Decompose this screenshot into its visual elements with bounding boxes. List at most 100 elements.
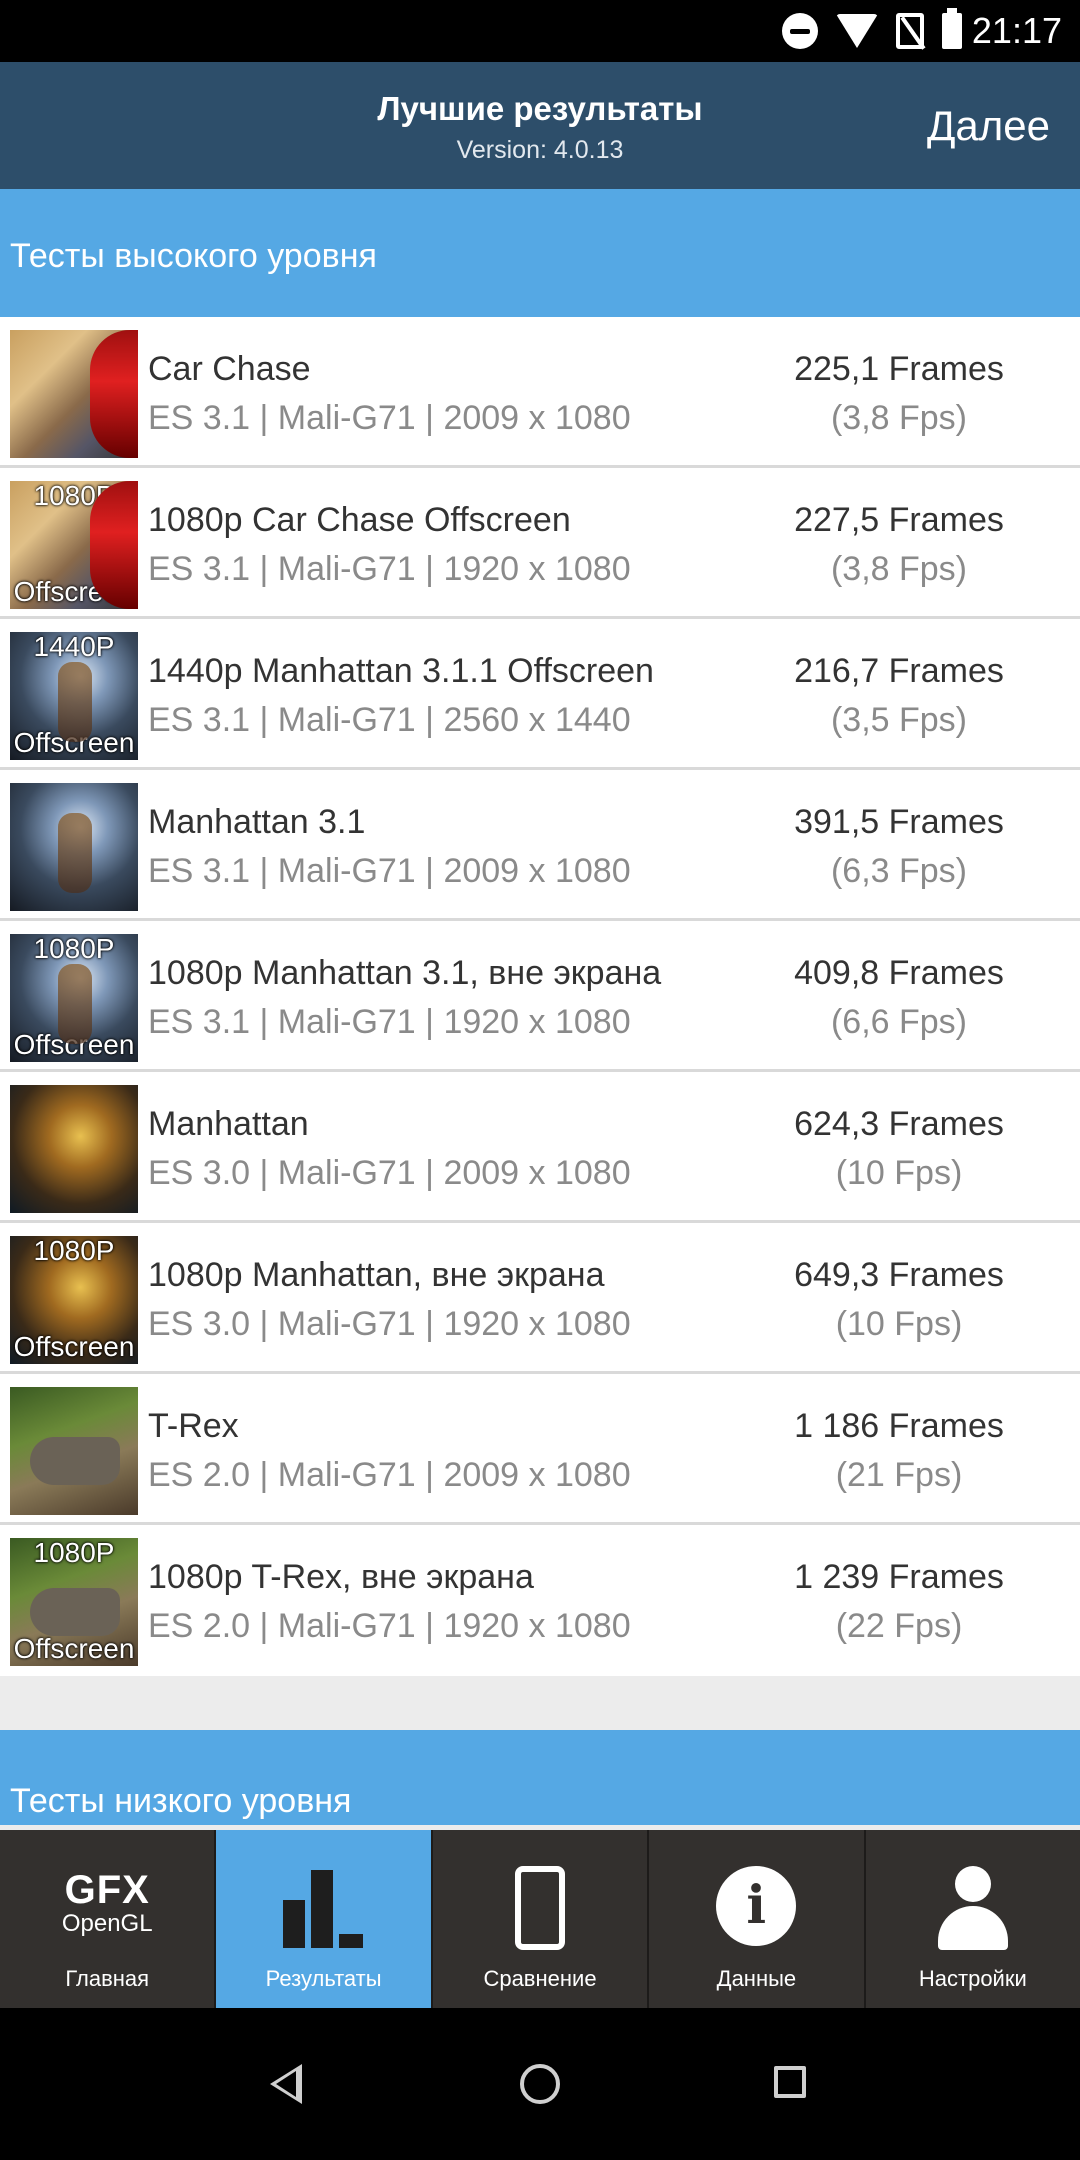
- battery-icon: [942, 8, 962, 49]
- test-details: ES 3.1 | Mali-G71 | 1920 x 1080: [148, 1003, 631, 1041]
- gfx-logo-text: GFX: [64, 1868, 150, 1912]
- thumb-resolution-label: 1080P: [33, 1538, 115, 1568]
- next-button[interactable]: Далее: [927, 102, 1050, 150]
- thumb-offscreen-label: Offscreen: [13, 727, 135, 758]
- nav-compare-label: Сравнение: [483, 1966, 597, 1991]
- manhattan-31-offscreen-thumbnail: 1080P Offscreen: [10, 934, 138, 1062]
- test-row-t-rex[interactable]: T-Rex ES 2.0 | Mali-G71 | 2009 x 1080 1 …: [0, 1374, 1080, 1525]
- test-frames: 1 239 Frames: [794, 1558, 1004, 1596]
- test-fps: (3,8 Fps): [830, 399, 968, 437]
- thumb-offscreen-label: Offscreen: [13, 1331, 135, 1362]
- test-name: Manhattan: [148, 1105, 309, 1143]
- test-fps: (10 Fps): [835, 1305, 963, 1343]
- manhattan-thumbnail: [10, 1085, 138, 1213]
- section-header-high-level[interactable]: Тесты высокого уровня: [0, 189, 1080, 317]
- status-bar: 21:17: [0, 0, 1080, 62]
- test-fps: (22 Fps): [835, 1607, 963, 1645]
- test-results-list: Car Chase ES 3.1 | Mali-G71 | 2009 x 108…: [0, 317, 1080, 1676]
- test-name: Car Chase: [148, 350, 311, 388]
- test-name: 1080p Manhattan 3.1, вне экрана: [148, 954, 662, 992]
- test-row-1080p-manhattan-offscreen[interactable]: 1080P Offscreen 1080p Manhattan, вне экр…: [0, 1223, 1080, 1374]
- nav-settings[interactable]: Настройки: [866, 1830, 1080, 2008]
- phone-icon: [514, 1866, 565, 1950]
- app-bar: Лучшие результаты Version: 4.0.13 Далее: [0, 62, 1080, 189]
- bottom-navigation: GFX OpenGL Главная Результаты Сравнение …: [0, 1830, 1080, 2008]
- gfx-logo-icon: GFX OpenGL: [0, 1870, 214, 1938]
- app-version: Version: 4.0.13: [456, 136, 624, 164]
- car-chase-thumbnail: [10, 330, 138, 458]
- t-rex-offscreen-thumbnail: 1080P Offscreen: [10, 1538, 138, 1666]
- test-fps: (3,8 Fps): [830, 550, 968, 588]
- test-frames: 225,1 Frames: [794, 350, 1004, 388]
- opengl-logo-text: OpenGL: [61, 1910, 153, 1937]
- system-navigation-bar: [0, 2008, 1080, 2160]
- back-icon[interactable]: [270, 2064, 302, 2104]
- test-frames: 391,5 Frames: [794, 803, 1004, 841]
- test-name: 1080p Manhattan, вне экрана: [148, 1256, 605, 1294]
- test-fps: (6,6 Fps): [830, 1003, 968, 1041]
- nav-home[interactable]: GFX OpenGL Главная: [0, 1830, 217, 2008]
- nav-home-label: Главная: [65, 1966, 150, 1991]
- test-row-1080p-car-chase-offscreen[interactable]: 1080P Offscreen 1080p Car Chase Offscree…: [0, 468, 1080, 619]
- wifi-icon: [836, 14, 878, 48]
- home-icon[interactable]: [520, 2064, 560, 2104]
- info-icon: i: [716, 1866, 797, 1946]
- nav-data[interactable]: i Данные: [649, 1830, 866, 2008]
- test-frames: 409,8 Frames: [794, 954, 1004, 992]
- test-fps: (3,5 Fps): [830, 701, 968, 739]
- thumb-resolution-label: 1080P: [33, 481, 115, 511]
- test-details: ES 3.1 | Mali-G71 | 2009 x 1080: [148, 399, 631, 437]
- test-fps: (10 Fps): [835, 1154, 963, 1192]
- test-name: 1080p T-Rex, вне экрана: [148, 1558, 534, 1596]
- test-name: 1080p Car Chase Offscreen: [148, 501, 571, 539]
- section-header-low-level[interactable]: Тесты низкого уровня: [0, 1730, 1080, 1825]
- nav-results[interactable]: Результаты: [216, 1830, 433, 2008]
- nav-results-label: Результаты: [265, 1966, 382, 1991]
- nav-compare[interactable]: Сравнение: [433, 1830, 650, 2008]
- test-details: ES 3.1 | Mali-G71 | 1920 x 1080: [148, 550, 631, 588]
- test-frames: 649,3 Frames: [794, 1256, 1004, 1294]
- do-not-disturb-icon: [782, 13, 818, 49]
- test-name: Manhattan 3.1: [148, 803, 366, 841]
- test-details: ES 3.0 | Mali-G71 | 2009 x 1080: [148, 1154, 631, 1192]
- test-details: ES 2.0 | Mali-G71 | 1920 x 1080: [148, 1607, 631, 1645]
- section-title-high-level: Тесты высокого уровня: [10, 237, 377, 275]
- manhattan-offscreen-thumbnail: 1080P Offscreen: [10, 1236, 138, 1364]
- thumb-resolution-label: 1080P: [33, 934, 115, 964]
- test-frames: 624,3 Frames: [794, 1105, 1004, 1143]
- section-title-low-level: Тесты низкого уровня: [10, 1782, 352, 1820]
- bar-chart-icon: [283, 1870, 364, 1948]
- test-row-car-chase[interactable]: Car Chase ES 3.1 | Mali-G71 | 2009 x 108…: [0, 317, 1080, 468]
- test-row-1080p-t-rex-offscreen[interactable]: 1080P Offscreen 1080p T-Rex, вне экрана …: [0, 1525, 1080, 1676]
- nav-settings-label: Настройки: [918, 1966, 1027, 1991]
- thumb-resolution-label: 1080P: [33, 1236, 115, 1266]
- thumb-offscreen-label: Offscreen: [13, 1029, 135, 1060]
- test-details: ES 3.1 | Mali-G71 | 2009 x 1080: [148, 852, 631, 890]
- test-row-1440p-manhattan-311-offscreen[interactable]: 1440P Offscreen 1440p Manhattan 3.1.1 Of…: [0, 619, 1080, 770]
- thumb-offscreen-label: Offscreen: [13, 576, 135, 607]
- page-title: Лучшие результаты: [377, 90, 703, 127]
- test-details: ES 2.0 | Mali-G71 | 2009 x 1080: [148, 1456, 631, 1494]
- nav-data-label: Данные: [716, 1966, 797, 1991]
- manhattan-31-thumbnail: [10, 783, 138, 911]
- thumb-offscreen-label: Offscreen: [13, 1633, 135, 1664]
- t-rex-thumbnail: [10, 1387, 138, 1515]
- test-row-manhattan-31[interactable]: Manhattan 3.1 ES 3.1 | Mali-G71 | 2009 x…: [0, 770, 1080, 921]
- test-frames: 1 186 Frames: [794, 1407, 1004, 1445]
- test-row-manhattan[interactable]: Manhattan ES 3.0 | Mali-G71 | 2009 x 108…: [0, 1072, 1080, 1223]
- status-icons: [782, 8, 962, 52]
- no-sim-icon: [896, 13, 924, 49]
- status-time: 21:17: [971, 10, 1062, 51]
- test-row-1080p-manhattan-31-offscreen[interactable]: 1080P Offscreen 1080p Manhattan 3.1, вне…: [0, 921, 1080, 1072]
- test-name: 1440p Manhattan 3.1.1 Offscreen: [148, 652, 654, 690]
- car-chase-offscreen-thumbnail: 1080P Offscreen: [10, 481, 138, 609]
- test-name: T-Rex: [148, 1407, 239, 1445]
- test-details: ES 3.1 | Mali-G71 | 2560 x 1440: [148, 701, 631, 739]
- test-frames: 227,5 Frames: [794, 501, 1004, 539]
- test-fps: (6,3 Fps): [830, 852, 968, 890]
- test-frames: 216,7 Frames: [794, 652, 1004, 690]
- thumb-resolution-label: 1440P: [33, 632, 115, 662]
- test-details: ES 3.0 | Mali-G71 | 1920 x 1080: [148, 1305, 631, 1343]
- recent-apps-icon[interactable]: [774, 2066, 806, 2098]
- manhattan-offscreen-thumbnail: 1440P Offscreen: [10, 632, 138, 760]
